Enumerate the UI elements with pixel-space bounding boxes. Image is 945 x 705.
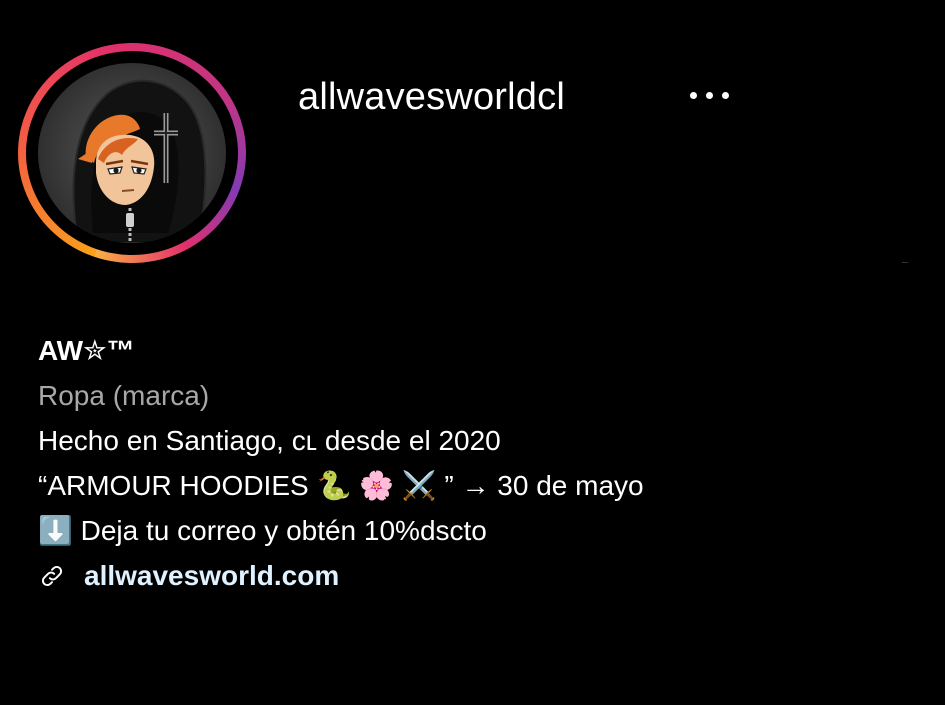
dot [721, 91, 729, 99]
bio-line-1: Hecho en Santiago, ᴄʟ desde el 2020 [38, 425, 501, 456]
avatar-gap [26, 51, 238, 255]
bio-line-2: “ARMOUR HOODIES 🐍 🌸 ⚔️ ” → 30 de mayo [38, 470, 644, 501]
more-options-button[interactable] [676, 78, 742, 112]
divider-fragment [902, 262, 908, 263]
profile-category: Ropa (marca) [38, 380, 210, 411]
profile-page: allwavesworldcl AW✮™ Ropa (marca) Hecho … [0, 0, 945, 705]
story-ring[interactable] [18, 43, 246, 263]
display-name: AW✮™ [38, 335, 135, 366]
dot [689, 91, 697, 99]
more-horizontal-icon [689, 91, 729, 99]
link-icon [38, 562, 66, 590]
avatar[interactable] [38, 63, 226, 243]
bio-section: AW✮™ Ropa (marca) Hecho en Santiago, ᴄʟ … [38, 328, 644, 598]
profile-username[interactable]: allwavesworldcl [298, 72, 565, 122]
dot [705, 91, 713, 99]
bio-line-3: ⬇️ Deja tu correo y obtén 10%dscto [38, 515, 487, 546]
avatar-illustration [72, 79, 207, 243]
website-link-row[interactable]: allwavesworld.com [38, 553, 644, 598]
website-link[interactable]: allwavesworld.com [84, 553, 339, 598]
